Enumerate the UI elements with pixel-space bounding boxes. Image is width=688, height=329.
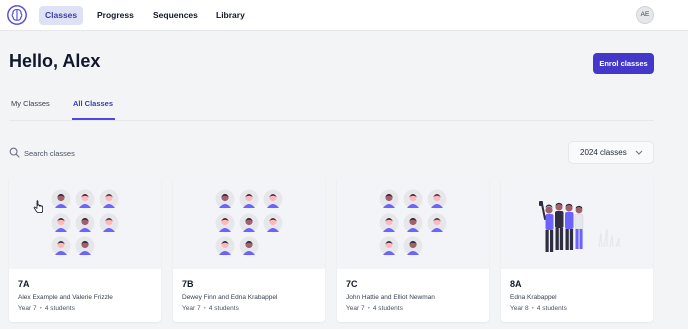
user-avatar[interactable]: AE (636, 6, 654, 24)
students-grid-illustration (379, 189, 447, 256)
year-filter-select[interactable]: 2024 classes (568, 141, 654, 164)
class-meta: Year 7 • 4 students (18, 305, 75, 312)
year-filter-value: 2024 classes (580, 148, 627, 157)
class-meta: Year 8 • 4 students (510, 305, 567, 312)
class-student-count: 4 students (372, 305, 403, 312)
class-illustration (337, 177, 489, 269)
search-icon (9, 147, 20, 158)
class-card-7b[interactable]: 7B Dewey Finn and Edna Krabappel Year 7 •… (173, 177, 325, 322)
top-navigation-bar: Classes Progress Sequences Library AE (0, 0, 688, 31)
class-meta: Year 7 • 4 students (182, 305, 239, 312)
class-meta: Year 7 • 4 students (346, 305, 403, 312)
enrol-classes-button[interactable]: Enrol classes (593, 53, 654, 74)
nav-library[interactable]: Library (210, 6, 251, 25)
separator-dot: • (39, 305, 42, 312)
brain-logo-icon[interactable] (7, 5, 27, 25)
nav-classes[interactable]: Classes (39, 6, 84, 25)
class-illustration (173, 177, 325, 269)
class-year: Year 7 (18, 305, 37, 312)
separator-dot: • (367, 305, 370, 312)
tab-all-classes[interactable]: All Classes (73, 99, 113, 119)
nav-sequences[interactable]: Sequences (147, 6, 204, 25)
search-input[interactable] (24, 145, 244, 161)
students-grid-illustration (51, 189, 119, 256)
separator-dot: • (203, 305, 206, 312)
mouse-pointer-icon (33, 200, 43, 213)
class-illustration (9, 177, 161, 269)
class-teachers: Dewey Finn and Edna Krabappel (182, 294, 278, 301)
separator-dot: • (531, 305, 534, 312)
class-year: Year 7 (346, 305, 365, 312)
class-teachers: John Hattie and Elliot Newman (346, 294, 435, 301)
class-card-7c[interactable]: 7C John Hattie and Elliot Newman Year 7 •… (337, 177, 489, 322)
students-grid-illustration (215, 189, 283, 256)
tab-my-classes[interactable]: My Classes (11, 99, 50, 119)
class-student-count: 4 students (44, 305, 75, 312)
tabs-divider (9, 120, 654, 121)
class-illustration (501, 177, 653, 269)
class-teachers: Edna Krabappel (510, 294, 557, 301)
class-name: 7B (182, 279, 194, 289)
chevron-down-icon (635, 150, 643, 155)
class-card-8a[interactable]: 8A Edna Krabappel Year 8 • 4 students (501, 177, 653, 322)
class-name: 7A (18, 279, 30, 289)
page-title: Hello, Alex (9, 51, 101, 71)
class-card-7a[interactable]: 7A Alex Example and Valerie Frizzle Year… (9, 177, 161, 322)
group-selfie-illustration (539, 201, 620, 252)
class-name: 7C (346, 279, 358, 289)
class-student-count: 4 students (208, 305, 239, 312)
class-student-count: 4 students (536, 305, 567, 312)
class-year: Year 7 (182, 305, 201, 312)
class-teachers: Alex Example and Valerie Frizzle (18, 294, 113, 301)
class-year: Year 8 (510, 305, 529, 312)
nav-progress[interactable]: Progress (91, 6, 140, 25)
class-name: 8A (510, 279, 522, 289)
